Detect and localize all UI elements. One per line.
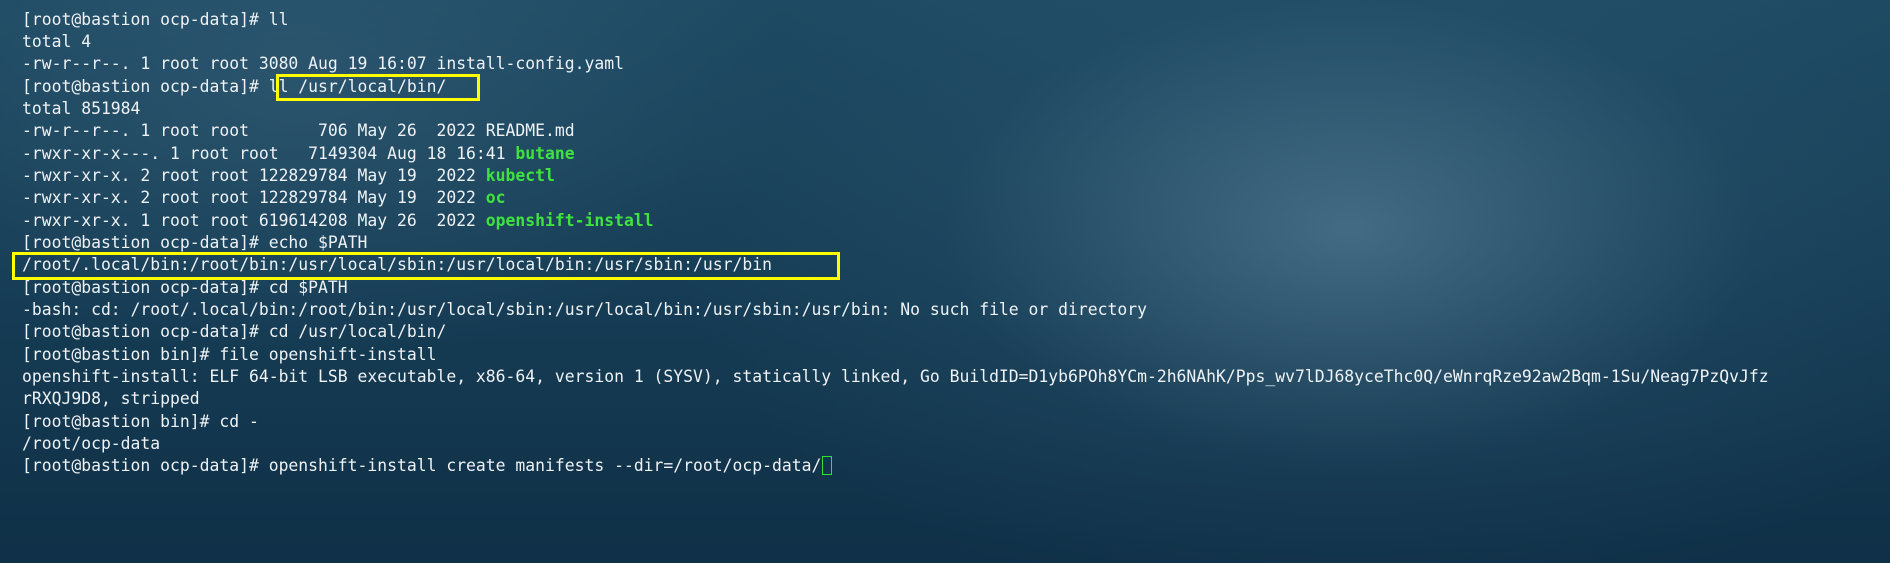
terminal-line: /root/ocp-data [22,434,161,453]
prompt-text: [root@bastion ocp-data]# [22,77,269,96]
terminal-line: -bash: cd: /root/.local/bin:/root/bin:/u… [22,300,1147,319]
terminal-line: -rw-r--r--. 1 root root 3080 Aug 19 16:0… [22,54,624,73]
terminal-line: [root@bastion ocp-data]# cd /usr/local/b… [22,322,447,341]
file-listing-prefix: -rwxr-xr-x. 1 root root 619614208 May 26… [22,211,486,230]
terminal-window[interactable]: [root@bastion ocp-data]# ll total 4 -rw-… [0,0,1890,563]
executable-filename: oc [485,188,506,207]
terminal-line: total 851984 [22,99,141,118]
terminal-line: total 4 [22,32,92,51]
command-text: ll /usr/local/bin/ [268,77,447,96]
executable-filename: butane [515,144,575,163]
text-cursor [822,456,833,475]
executable-filename: openshift-install [485,211,654,230]
terminal-line: /root/.local/bin:/root/bin:/usr/local/sb… [22,255,772,274]
terminal-line: openshift-install: ELF 64-bit LSB execut… [22,367,1769,386]
terminal-line: [root@bastion ocp-data]# echo $PATH [22,233,368,252]
file-listing-prefix: -rwxr-xr-x. 2 root root 122829784 May 19… [22,188,486,207]
terminal-line: [root@bastion ocp-data]# ll /usr/local/b… [22,76,446,98]
terminal-line: -rwxr-xr-x. 2 root root 122829784 May 19… [22,165,555,187]
terminal-line: [root@bastion ocp-data]# ll [22,10,289,29]
terminal-line: rRXQJ9D8, stripped [22,389,200,408]
terminal-line: [root@bastion ocp-data]# cd $PATH [22,278,348,297]
executable-filename: kubectl [485,166,555,185]
terminal-line: -rw-r--r--. 1 root root 706 May 26 2022 … [22,121,575,140]
terminal-line: [root@bastion bin]# file openshift-insta… [22,345,437,364]
file-listing-prefix: -rwxr-xr-x---. 1 root root 7149304 Aug 1… [22,144,516,163]
active-command-text: [root@bastion ocp-data]# openshift-insta… [22,456,822,475]
terminal-input-line[interactable]: [root@bastion ocp-data]# openshift-insta… [22,455,833,477]
terminal-line: -rwxr-xr-x. 1 root root 619614208 May 26… [22,210,654,232]
terminal-line: [root@bastion bin]# cd - [22,412,259,431]
terminal-line: -rwxr-xr-x---. 1 root root 7149304 Aug 1… [22,143,575,165]
file-listing-prefix: -rwxr-xr-x. 2 root root 122829784 May 19… [22,166,486,185]
terminal-line: -rwxr-xr-x. 2 root root 122829784 May 19… [22,187,506,209]
